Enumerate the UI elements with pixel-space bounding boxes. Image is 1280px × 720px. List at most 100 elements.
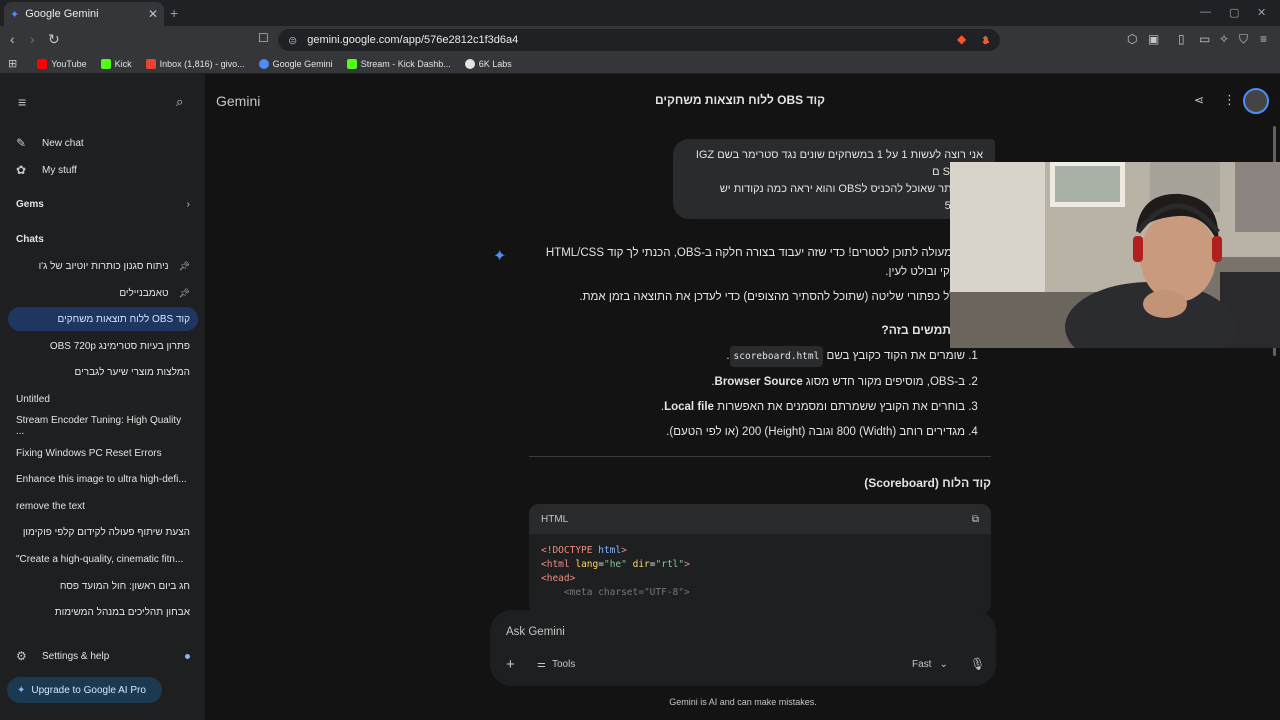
extensions-icon[interactable]: ⬡ [1127,32,1137,46]
copy-icon[interactable]: ⧉ [972,514,979,525]
tab-search-icon[interactable]: ▣ [1148,32,1159,46]
gemini-icon [258,58,269,69]
6k-labs-icon [464,58,475,69]
minimize-button[interactable]: — [1200,6,1211,18]
add-icon[interactable]: + [506,656,515,673]
bookmark-6k-labs[interactable]: 6K Labs [464,58,512,69]
leo-ai-icon[interactable]: ✧ [1219,32,1229,46]
bookmark-gemini[interactable]: Google Gemini [258,58,333,69]
browser-tab[interactable]: ✦ Google Gemini ✕ [4,2,164,26]
list-item: מגדירים רוחב (Width) 800 וגובה (Height) … [529,423,965,442]
response-intro-2: הקוד כולל כפתורי שליטה (שתוכל להסתיר מהצ… [579,291,991,303]
gmail-icon [145,58,156,69]
divider [529,456,991,457]
gemini-brand[interactable]: Gemini [216,93,260,109]
chat-item[interactable]: המלצות מוצרי שיער לגברים [8,360,198,384]
my-stuff-button[interactable]: ✿ My stuff [8,158,198,182]
bookmark-icon[interactable]: ☐ [258,31,269,45]
menu-icon[interactable]: ≡ [1260,32,1267,46]
browser-tabstrip: ✦ Google Gemini ✕ + — ▢ ✕ [0,0,1280,26]
list-item: בוחרים את הקובץ ששמרתם ומסמנים את האפשרו… [529,398,965,417]
chat-item[interactable]: Untitled [8,387,198,411]
vpn-icon[interactable]: ⛉ [1239,32,1248,47]
microphone-icon[interactable]: 🎙︎ [970,657,985,671]
bookmarks-bar: ⊞ YouTube Kick Inbox (1,816) - givo... G… [0,54,1280,74]
maximize-button[interactable]: ▢ [1229,6,1239,19]
gear-icon: ⚙ [16,649,27,663]
apps-icon[interactable]: ⊞ [8,57,17,70]
tools-button[interactable]: ⚌ Tools [537,659,575,670]
prompt-input-box[interactable]: Ask Gemini + ⚌ Tools Fast ⌄ 🎙︎ [490,610,996,686]
code-block: HTML ⧉ <!DOCTYPE html> <html lang="he" d… [529,504,991,614]
chat-item[interactable]: אבחון תהליכים במנהל המשימות [8,600,198,624]
code-language: HTML [541,513,569,525]
bookmark-kick[interactable]: Kick [100,58,132,69]
gemini-sparkle-icon: ✦ [493,248,507,265]
chat-item[interactable]: טאמבניילים 📌︎ [8,281,198,305]
reload-icon[interactable]: ↻ [48,31,60,48]
webcam-overlay [950,162,1280,348]
close-tab-icon[interactable]: ✕ [148,7,158,21]
sparkle-icon: ✦ [17,684,26,696]
my-stuff-icon: ✿ [16,163,27,177]
settings-help-button[interactable]: ⚙ Settings & help [8,644,198,668]
steps-list: שומרים את הקוד כקובץ בשם scoreboard.html… [529,346,991,442]
chat-item[interactable]: Fixing Windows PC Reset Errors [8,441,198,465]
chat-title: קוד OBS ללוח תוצאות משחקים [655,93,825,107]
more-options-icon[interactable]: ⋮ [1223,92,1236,108]
new-chat-button[interactable]: ✎ New chat [8,131,198,155]
chat-item[interactable]: פתרון בעיות סטרימינג OBS 720p [8,334,198,358]
forward-icon[interactable]: › [30,31,35,47]
window-close-button[interactable]: ✕ [1257,6,1266,19]
kick-icon [346,58,357,69]
new-tab-button[interactable]: + [170,5,178,21]
youtube-icon [37,58,48,69]
address-bar[interactable]: ⊜ gemini.google.com/app/576e2812c1f3d6a4… [278,29,1000,51]
code-content: <!DOCTYPE html> <html lang="he" dir="rtl… [541,545,690,598]
pin-icon: 📌︎ [178,260,190,271]
sidebar: ≡ ⌕ ✎ New chat ✿ My stuff Gems › Chats נ… [0,74,205,720]
avatar[interactable] [1243,88,1269,114]
bookmark-kick-dashboard[interactable]: Stream - Kick Dashb... [346,58,451,69]
response-intro: זה רעיון מעולה לתוכן לסטרים! כדי שזה יעב… [545,247,991,278]
chat-item[interactable]: remove the text [8,494,198,518]
chat-item-active[interactable]: קוד OBS ללוח תוצאות משחקים [8,307,198,331]
upgrade-button[interactable]: ✦ Upgrade to Google AI Pro [7,677,162,703]
webcam-image [950,162,1280,348]
gems-button[interactable]: Gems › [8,192,198,216]
chat-item[interactable]: חג ביום ראשון: חול המועד פסח [8,574,198,598]
bookmark-gmail[interactable]: Inbox (1,816) - givo... [145,58,245,69]
chat-item[interactable]: Stream Encoder Tuning: High Quality ... [8,414,198,438]
kick-icon [100,58,111,69]
chats-header: Chats [16,234,44,245]
browser-toolbar: ‹ › ↻ ☐ ⊜ gemini.google.com/app/576e2812… [0,26,1280,54]
prompt-input[interactable]: Ask Gemini [506,626,565,638]
chat-item[interactable]: "Create a high-quality, cinematic fitn..… [8,547,198,571]
model-response: זה רעיון מעולה לתוכן לסטרים! כדי שזה יעב… [529,244,991,448]
pin-icon: 📌︎ [178,287,190,298]
share-icon[interactable]: ⋖ [1194,93,1204,107]
brave-rewards-icon[interactable]: ▲ [980,32,992,46]
chevron-right-icon: › [186,198,190,210]
brave-shield-icon[interactable]: ◆ [957,32,966,46]
site-info-icon[interactable]: ⊜ [288,34,297,47]
disclaimer: Gemini is AI and can make mistakes. [669,697,817,707]
tab-title: Google Gemini [25,8,99,20]
chat-item[interactable]: ניתוח סגנון כותרות יוטיוב של ג'ו 📌︎ [8,254,198,278]
code-heading: קוד הלוח (Scoreboard) [864,476,991,490]
chat-item[interactable]: Enhance this image to ultra high-defi... [8,467,198,491]
back-icon[interactable]: ‹ [10,31,15,47]
search-icon[interactable]: ⌕ [176,94,183,110]
chat-item[interactable]: הצעת שיתוף פעולה לקידום קלפי פוקימון [8,520,198,544]
url-text: gemini.google.com/app/576e2812c1f3d6a4 [307,34,519,46]
user-message-bubble: אני רוצה לעשות 1 על 1 במשחקים שונים נגד … [673,139,995,219]
bookmark-youtube[interactable]: YouTube [37,58,87,69]
list-item: שומרים את הקוד כקובץ בשם scoreboard.html… [529,346,965,367]
tools-icon: ⚌ [537,659,546,670]
wallet-icon[interactable]: ▭ [1199,32,1210,46]
mode-selector[interactable]: Fast ⌄ [912,659,948,670]
sidebar-toggle-icon[interactable]: ▯ [1178,32,1185,46]
gemini-favicon-icon: ✦ [10,8,20,21]
edit-icon: ✎ [16,136,27,150]
hamburger-menu-icon[interactable]: ≡ [18,94,26,110]
